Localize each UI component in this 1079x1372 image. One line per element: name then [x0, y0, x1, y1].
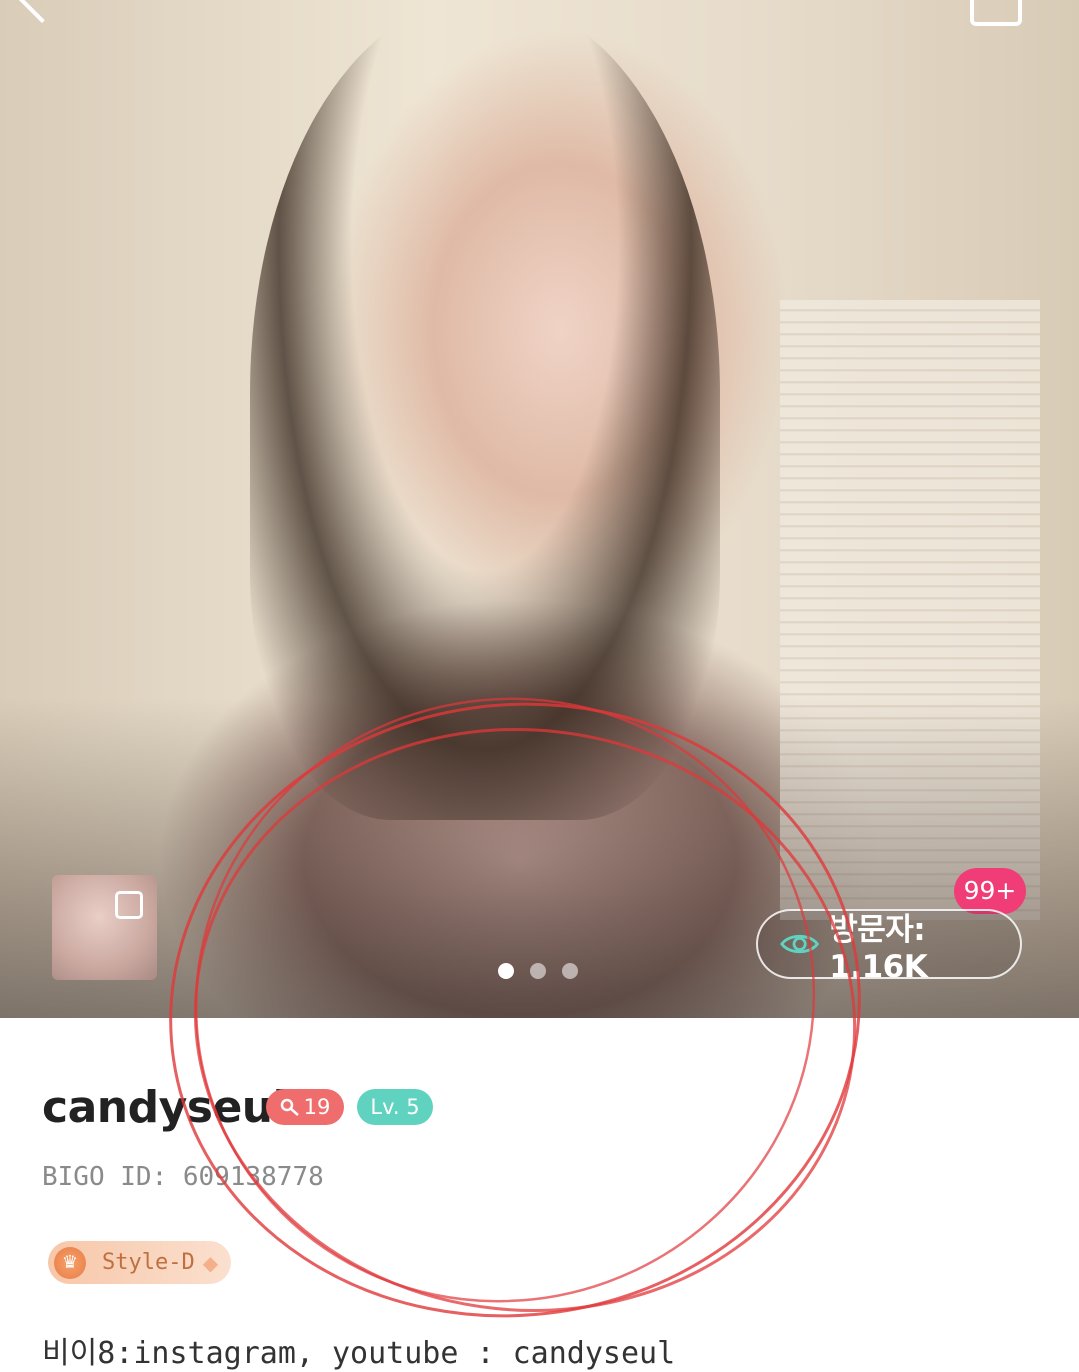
profile-bio: 비이8:instagram, youtube : candyseul [42, 1336, 676, 1371]
bigo-id: BIGO ID: 609138778 [42, 1162, 324, 1192]
back-arrow-icon[interactable] [10, 0, 74, 24]
visitors-button[interactable]: 방문자: 1.16K [756, 909, 1022, 985]
style-label: Style-D [102, 1250, 195, 1275]
photo-subject [250, 0, 720, 820]
carousel-dot[interactable] [530, 963, 546, 979]
age-badge: 19 [266, 1089, 344, 1125]
profile-photo-carousel[interactable]: 99+ 방문자: 1.16K [0, 0, 1079, 1018]
eye-icon [780, 934, 820, 954]
gallery-icon [115, 891, 143, 919]
carousel-indicator [498, 963, 578, 979]
username: candyseul [42, 1082, 288, 1133]
carousel-dot-active[interactable] [498, 963, 514, 979]
style-badge[interactable]: ♛ Style-D ◆ [48, 1241, 231, 1284]
level-badge: Lv. 5 [357, 1089, 433, 1125]
share-icon[interactable] [970, 0, 1022, 26]
age-value: 19 [303, 1095, 331, 1119]
photo-thumbnail[interactable] [52, 875, 157, 980]
crown-icon: ♛ [54, 1246, 86, 1279]
key-icon [280, 1098, 299, 1116]
visitors-count: 방문자: 1.16K [829, 911, 928, 985]
carousel-dot[interactable] [562, 963, 578, 979]
diamond-icon: ◆ [202, 1250, 219, 1275]
